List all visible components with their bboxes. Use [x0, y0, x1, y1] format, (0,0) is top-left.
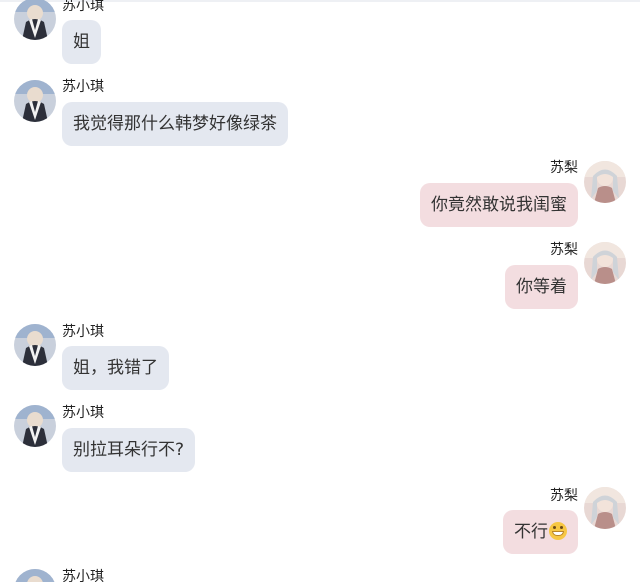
chat-message: 苏小琪 姐，我错了 [0, 323, 640, 393]
avatar-icon [584, 487, 626, 529]
avatar[interactable] [14, 324, 56, 366]
avatar-icon [14, 405, 56, 447]
sender-name: 苏小琪 [62, 79, 104, 95]
sender-name: 苏梨 [550, 160, 578, 176]
chat-message-list[interactable]: 苏小琪 姐 苏小琪 我觉得那什么韩梦好像绿茶 苏梨 你竟然敢说我闺蜜 苏梨 你等… [0, 0, 640, 582]
message-bubble[interactable]: 我觉得那什么韩梦好像绿茶 [62, 102, 288, 146]
chat-message: 苏小琪 我觉得那什么韩梦好像绿茶 [0, 79, 640, 149]
grinning-emoji-icon [549, 522, 567, 540]
avatar-icon [584, 161, 626, 203]
sender-name: 苏小琪 [62, 324, 104, 340]
avatar-icon [14, 569, 56, 582]
avatar[interactable] [14, 405, 56, 447]
chat-message: 苏小琪 [0, 568, 640, 582]
chat-message: 苏梨 不行 [0, 486, 640, 556]
message-bubble[interactable]: 你等着 [505, 265, 578, 309]
message-bubble[interactable]: 不行 [503, 510, 578, 554]
sender-name: 苏梨 [550, 242, 578, 258]
avatar-icon [14, 80, 56, 122]
avatar[interactable] [14, 0, 56, 40]
avatar-icon [584, 242, 626, 284]
chat-message: 苏梨 你等着 [0, 241, 640, 311]
sender-name: 苏小琪 [62, 405, 104, 421]
sender-name: 苏小琪 [62, 0, 104, 14]
message-bubble[interactable]: 姐 [62, 20, 101, 64]
message-text: 不行 [514, 522, 548, 542]
avatar[interactable] [584, 242, 626, 284]
sender-name: 苏梨 [550, 488, 578, 504]
message-bubble[interactable]: 姐，我错了 [62, 346, 169, 390]
avatar[interactable] [584, 487, 626, 529]
chat-message: 苏梨 你竟然敢说我闺蜜 [0, 160, 640, 230]
sender-name: 苏小琪 [62, 569, 104, 582]
avatar[interactable] [14, 80, 56, 122]
avatar[interactable] [14, 569, 56, 582]
chat-message: 苏小琪 姐 [0, 0, 640, 68]
avatar-icon [14, 324, 56, 366]
avatar[interactable] [584, 161, 626, 203]
chat-message: 苏小琪 别拉耳朵行不? [0, 404, 640, 474]
message-bubble[interactable]: 别拉耳朵行不? [62, 428, 196, 472]
avatar-icon [14, 0, 56, 40]
message-bubble[interactable]: 你竟然敢说我闺蜜 [420, 183, 578, 227]
